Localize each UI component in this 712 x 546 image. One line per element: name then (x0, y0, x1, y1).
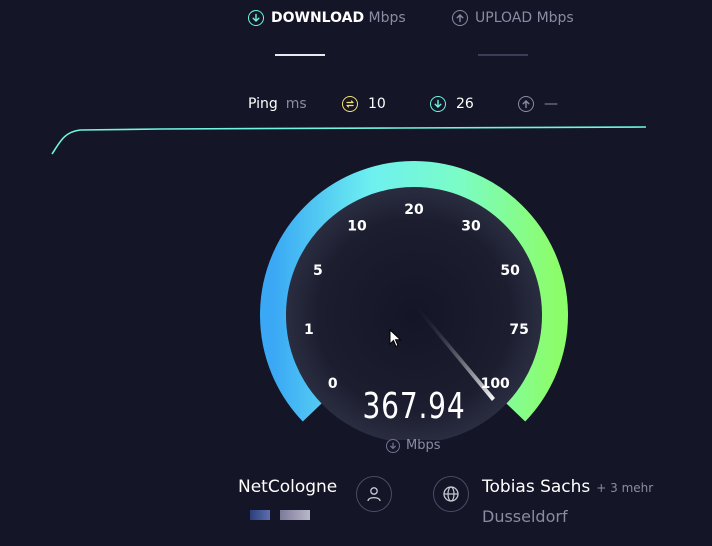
provider-ip-redacted (250, 510, 310, 520)
gauge-tick-1: 1 (304, 322, 314, 338)
speed-value: 367.94 (362, 386, 466, 427)
ping-upload: — (518, 96, 558, 112)
speed-unit-row: Mbps (386, 438, 441, 453)
provider-name: NetCologne (238, 477, 338, 497)
gauge-tick-75: 75 (509, 322, 528, 338)
tab-upload-underline (478, 54, 528, 56)
ping-idle-icon (342, 96, 358, 112)
server-host: Tobias Sachs (482, 477, 591, 497)
tab-download-underline (275, 54, 325, 56)
tab-download-label: DOWNLOAD (271, 10, 365, 26)
tab-upload-label: UPLOAD (475, 10, 533, 26)
tab-upload[interactable]: UPLOAD Mbps (452, 10, 574, 26)
download-arrow-icon (248, 10, 264, 26)
server-info: Tobias Sachs + 3 mehr (482, 477, 653, 497)
ping-label: Ping (248, 96, 278, 112)
globe-icon (443, 486, 459, 502)
speed-graph-line (51, 126, 647, 155)
provider-button[interactable] (356, 476, 392, 512)
ping-upload-icon (518, 96, 534, 112)
mouse-cursor-icon (389, 329, 402, 348)
gauge-tick-30: 30 (461, 219, 481, 235)
ping-download-icon (430, 96, 446, 112)
gauge-tick-5: 5 (313, 263, 323, 279)
tab-upload-unit: Mbps (536, 10, 574, 26)
tab-download-unit: Mbps (368, 10, 406, 26)
server-button[interactable] (433, 476, 469, 512)
server-location: Dusseldorf (482, 507, 568, 526)
server-more[interactable]: + 3 mehr (596, 481, 653, 495)
speed-unit-download-icon (386, 438, 400, 453)
tab-download[interactable]: DOWNLOAD Mbps (248, 10, 406, 26)
ping-idle: 10 (342, 96, 386, 112)
ping-download: 26 (430, 96, 474, 112)
speed-unit: Mbps (406, 438, 441, 453)
gauge-tick-10: 10 (347, 219, 367, 235)
gauge-tick-50: 50 (500, 263, 520, 279)
speed-value-wrap: 367.94 (314, 386, 514, 427)
ping-download-value: 26 (456, 96, 474, 112)
ping-upload-value: — (544, 96, 558, 112)
person-icon (367, 487, 381, 502)
upload-arrow-icon (452, 10, 468, 26)
ping-row: Ping ms (248, 96, 307, 112)
gauge-tick-20: 20 (404, 202, 424, 218)
ping-idle-value: 10 (368, 96, 386, 112)
ping-unit: ms (285, 96, 307, 112)
